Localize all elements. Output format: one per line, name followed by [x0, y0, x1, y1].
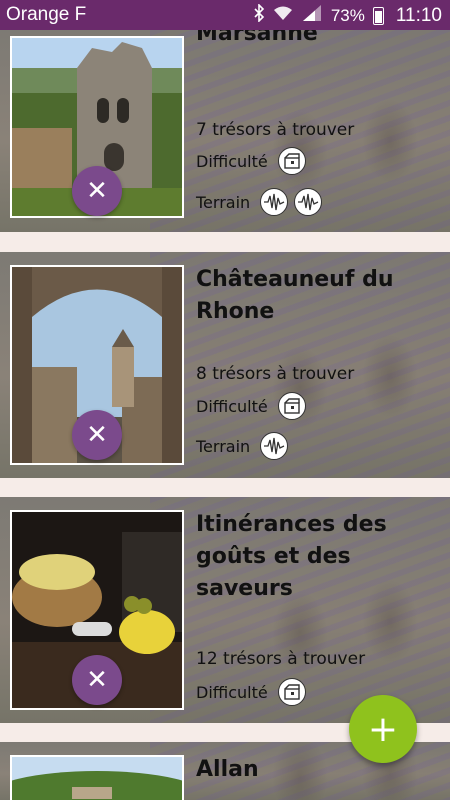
terrain-wave-icon [294, 188, 323, 216]
terrain-row: Terrain [196, 188, 323, 216]
trail-card[interactable]: ✕ Marsanne 7 trésors à trouver Difficult… [0, 30, 450, 232]
trail-title: Marsanne [196, 30, 318, 46]
trail-title: Châteauneuf du Rhone [196, 267, 394, 324]
treasure-count: 7 trésors à trouver [196, 120, 355, 140]
difficulty-row: Difficulté [196, 392, 306, 420]
difficulty-label: Difficulté [196, 396, 268, 416]
remove-button[interactable]: ✕ [72, 166, 122, 216]
battery-icon [372, 6, 384, 25]
trail-card[interactable]: ✕ Châteauneuf du Rhone 8 trésors à trouv… [0, 252, 450, 478]
terrain-label: Terrain [196, 436, 251, 456]
treasure-chest-icon [277, 147, 306, 175]
treasure-chest-icon [277, 392, 306, 420]
terrain-wave-icon [260, 432, 289, 460]
clock: 11:10 [395, 4, 442, 26]
remove-button[interactable]: ✕ [72, 410, 122, 460]
battery-percent: 73% [330, 5, 365, 25]
trail-title: Itinérances des goûts et des saveurs [196, 512, 387, 601]
add-button[interactable]: + [349, 695, 417, 763]
status-bar: Orange F 73% 11:10 [0, 0, 450, 30]
treasure-chest-icon [277, 678, 306, 706]
terrain-wave-icon [260, 188, 289, 216]
carrier-name: Orange F [6, 4, 87, 25]
remove-button[interactable]: ✕ [72, 655, 122, 705]
terrain-label: Terrain [196, 192, 251, 212]
status-icons: 73% 11:10 [253, 3, 442, 27]
trail-card[interactable]: ✕ Itinérances des goûts et des saveurs 1… [0, 497, 450, 723]
difficulty-label: Difficulté [196, 682, 268, 702]
terrain-row: Terrain [196, 432, 289, 460]
trail-photo [10, 755, 184, 800]
difficulty-row: Difficulté [196, 678, 306, 706]
difficulty-row: Difficulté [196, 147, 306, 175]
trail-title: Allan [196, 757, 259, 782]
wifi-icon [273, 5, 293, 26]
treasure-count: 12 trésors à trouver [196, 649, 366, 669]
bluetooth-icon [253, 3, 265, 27]
signal-icon [301, 5, 323, 26]
difficulty-label: Difficulté [196, 151, 268, 171]
treasure-count: 8 trésors à trouver [196, 364, 355, 384]
